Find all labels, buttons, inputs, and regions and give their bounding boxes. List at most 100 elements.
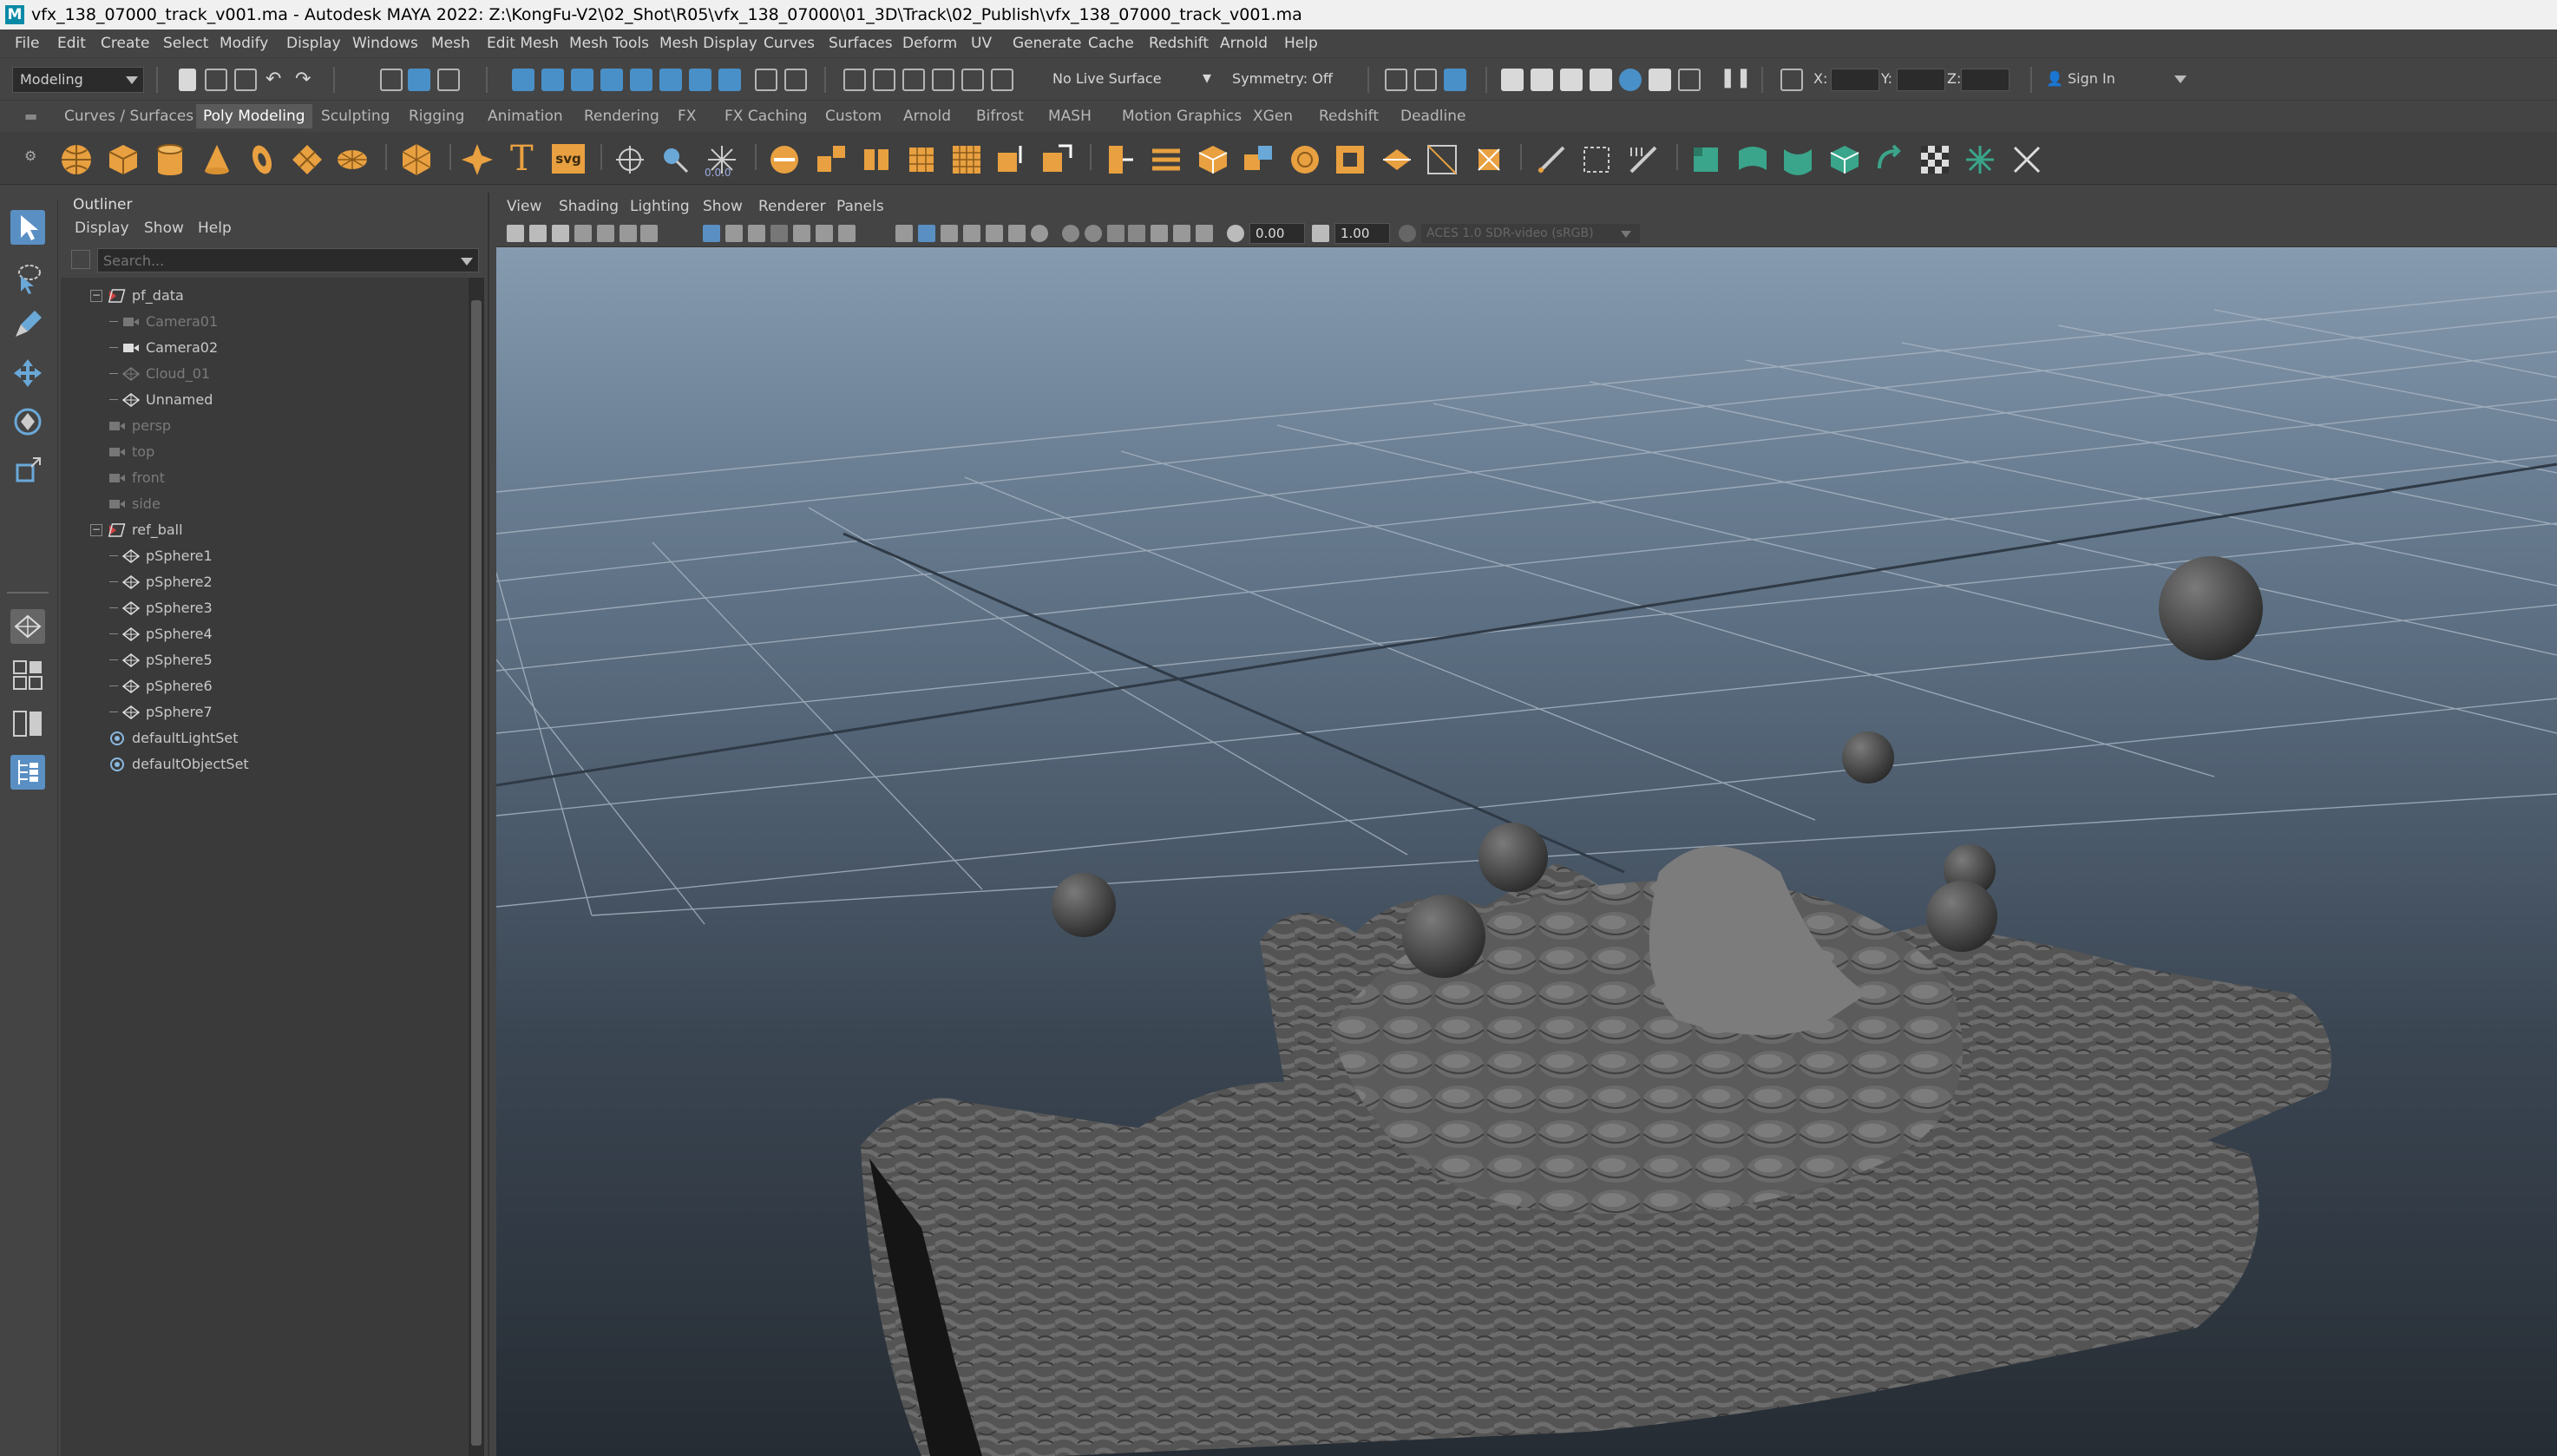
arnold-render-icon[interactable] — [1619, 69, 1642, 91]
snap-grid-icon[interactable] — [512, 69, 534, 91]
new-scene-icon[interactable] — [179, 69, 196, 91]
append-polygon-icon[interactable] — [1241, 142, 1275, 177]
uv-checker-icon[interactable] — [1918, 142, 1952, 177]
menu-arnold[interactable]: Arnold — [1220, 35, 1268, 52]
tab-fx-caching[interactable]: FX Caching — [724, 108, 808, 125]
grease-pencil-icon[interactable] — [620, 225, 637, 242]
uv-unfold-icon[interactable] — [1735, 142, 1770, 177]
outliner-item-front[interactable]: front — [61, 465, 469, 491]
menu-modify[interactable]: Modify — [220, 35, 268, 52]
snap-point-icon[interactable] — [571, 69, 593, 91]
gate-mask-icon[interactable] — [770, 225, 788, 242]
connect-icon[interactable] — [1472, 142, 1506, 177]
move-tool-icon[interactable] — [10, 356, 45, 390]
outliner-item-psphere4[interactable]: pSphere4 — [61, 621, 469, 647]
svg-tool-icon[interactable]: svg — [552, 144, 585, 174]
camera-attributes-icon[interactable] — [529, 225, 547, 242]
tab-deadline[interactable]: Deadline — [1400, 108, 1465, 125]
tab-arnold[interactable]: Arnold — [903, 108, 951, 125]
menu-redshift[interactable]: Redshift — [1149, 35, 1209, 52]
outliner-item-top[interactable]: top — [61, 439, 469, 465]
outliner-item-persp[interactable]: persp — [61, 413, 469, 439]
exposure-icon[interactable] — [1227, 225, 1244, 242]
poly-cone-icon[interactable] — [200, 142, 234, 177]
outliner-item-unnamed[interactable]: Unnamed — [61, 387, 469, 413]
z-coordinate-field[interactable] — [1961, 69, 2010, 91]
lights-icon[interactable] — [986, 225, 1003, 242]
tab-motion-graphics[interactable]: Motion Graphics — [1122, 108, 1242, 125]
search-input[interactable] — [98, 249, 452, 272]
combine-icon[interactable] — [767, 142, 802, 177]
outliner-layout-icon[interactable] — [10, 755, 45, 790]
color-space-dropdown[interactable]: ACES 1.0 SDR-video (sRGB) — [1421, 224, 1640, 243]
menu-create[interactable]: Create — [101, 35, 150, 52]
tab-mash[interactable]: MASH — [1048, 108, 1092, 125]
poly-superellipse-icon[interactable] — [460, 142, 495, 177]
poly-cylinder-icon[interactable] — [153, 142, 187, 177]
ambient-occlusion-icon[interactable] — [1031, 225, 1048, 242]
redshift-icon[interactable] — [1649, 69, 1671, 91]
tab-poly-modeling[interactable]: Poly Modeling — [196, 104, 312, 128]
output-history-icon[interactable] — [902, 69, 925, 91]
snap-bisector-icon[interactable] — [689, 69, 711, 91]
outliner-item-side[interactable]: side — [61, 491, 469, 517]
outliner-search[interactable] — [97, 248, 479, 272]
outliner-scrollbar[interactable] — [469, 278, 484, 1456]
poly-torus-icon[interactable] — [245, 142, 279, 177]
menu-file[interactable]: File — [15, 35, 39, 52]
textured-icon[interactable] — [963, 225, 980, 242]
bridge-icon[interactable] — [1149, 142, 1183, 177]
tab-custom[interactable]: Custom — [825, 108, 882, 125]
menu-cache[interactable]: Cache — [1088, 35, 1134, 52]
tools-icon[interactable] — [1678, 69, 1701, 91]
remesh-icon[interactable] — [949, 142, 984, 177]
menu-uv[interactable]: UV — [971, 35, 992, 52]
extrude-icon[interactable] — [1102, 142, 1137, 177]
edit-edge-flow-icon[interactable] — [1626, 142, 1661, 177]
transform-mode-icon[interactable] — [1780, 69, 1803, 91]
outliner-item-ref-ball[interactable]: − ref_ball — [61, 517, 469, 543]
film-gate-icon[interactable] — [725, 225, 743, 242]
scrollbar-thumb[interactable] — [471, 300, 482, 1446]
viewport-menu-view[interactable]: View — [507, 198, 541, 215]
symmetry-label[interactable]: Symmetry: Off — [1232, 70, 1333, 87]
type-tool-icon[interactable]: T — [510, 139, 534, 179]
separate-icon[interactable] — [814, 142, 849, 177]
uv-editor-icon[interactable] — [658, 142, 692, 177]
outliner-item-cloud01[interactable]: Cloud_01 — [61, 361, 469, 387]
outliner-menu-display[interactable]: Display — [75, 220, 129, 237]
two-d-pan-zoom-icon[interactable] — [597, 225, 614, 242]
outliner-item-camera01[interactable]: Camera01 — [61, 309, 469, 335]
snap-live-icon[interactable] — [630, 69, 652, 91]
sweep-mesh-icon[interactable] — [613, 142, 647, 177]
menu-mesh[interactable]: Mesh — [431, 35, 470, 52]
outliner-item-default-light-set[interactable]: defaultLightSet — [61, 725, 469, 751]
render-frame-icon[interactable] — [1414, 69, 1437, 91]
render-setup-icon[interactable] — [1560, 69, 1583, 91]
mirror-icon[interactable] — [994, 142, 1029, 177]
outliner-item-psphere1[interactable]: pSphere1 — [61, 543, 469, 569]
paint-select-icon[interactable] — [10, 307, 45, 342]
field-chart-icon[interactable] — [793, 225, 810, 242]
make-live-icon[interactable] — [991, 69, 1013, 91]
menu-curves[interactable]: Curves — [764, 35, 815, 52]
poly-cube-icon[interactable] — [106, 142, 141, 177]
bookmarks-icon[interactable] — [552, 225, 569, 242]
image-plane-icon[interactable] — [574, 225, 592, 242]
persp-outliner-layout-icon[interactable] — [10, 706, 45, 741]
safe-action-icon[interactable] — [816, 225, 833, 242]
multi-cut-icon[interactable] — [1380, 142, 1414, 177]
grid-icon[interactable] — [703, 225, 720, 242]
xray-joints-icon[interactable] — [1107, 225, 1124, 242]
reduce-icon[interactable] — [904, 142, 939, 177]
collapse-icon[interactable]: − — [90, 290, 102, 302]
snap-view-plane-icon[interactable] — [600, 69, 623, 91]
select-tool-icon[interactable] — [10, 210, 45, 245]
fill-hole-icon[interactable] — [1288, 142, 1322, 177]
xray-icon[interactable] — [1085, 225, 1102, 242]
menu-surfaces[interactable]: Surfaces — [829, 35, 893, 52]
tab-animation[interactable]: Animation — [488, 108, 563, 125]
open-scene-icon[interactable] — [205, 69, 227, 91]
menu-mesh-tools[interactable]: Mesh Tools — [569, 35, 649, 52]
snap-tooltip-icon[interactable] — [718, 69, 741, 91]
